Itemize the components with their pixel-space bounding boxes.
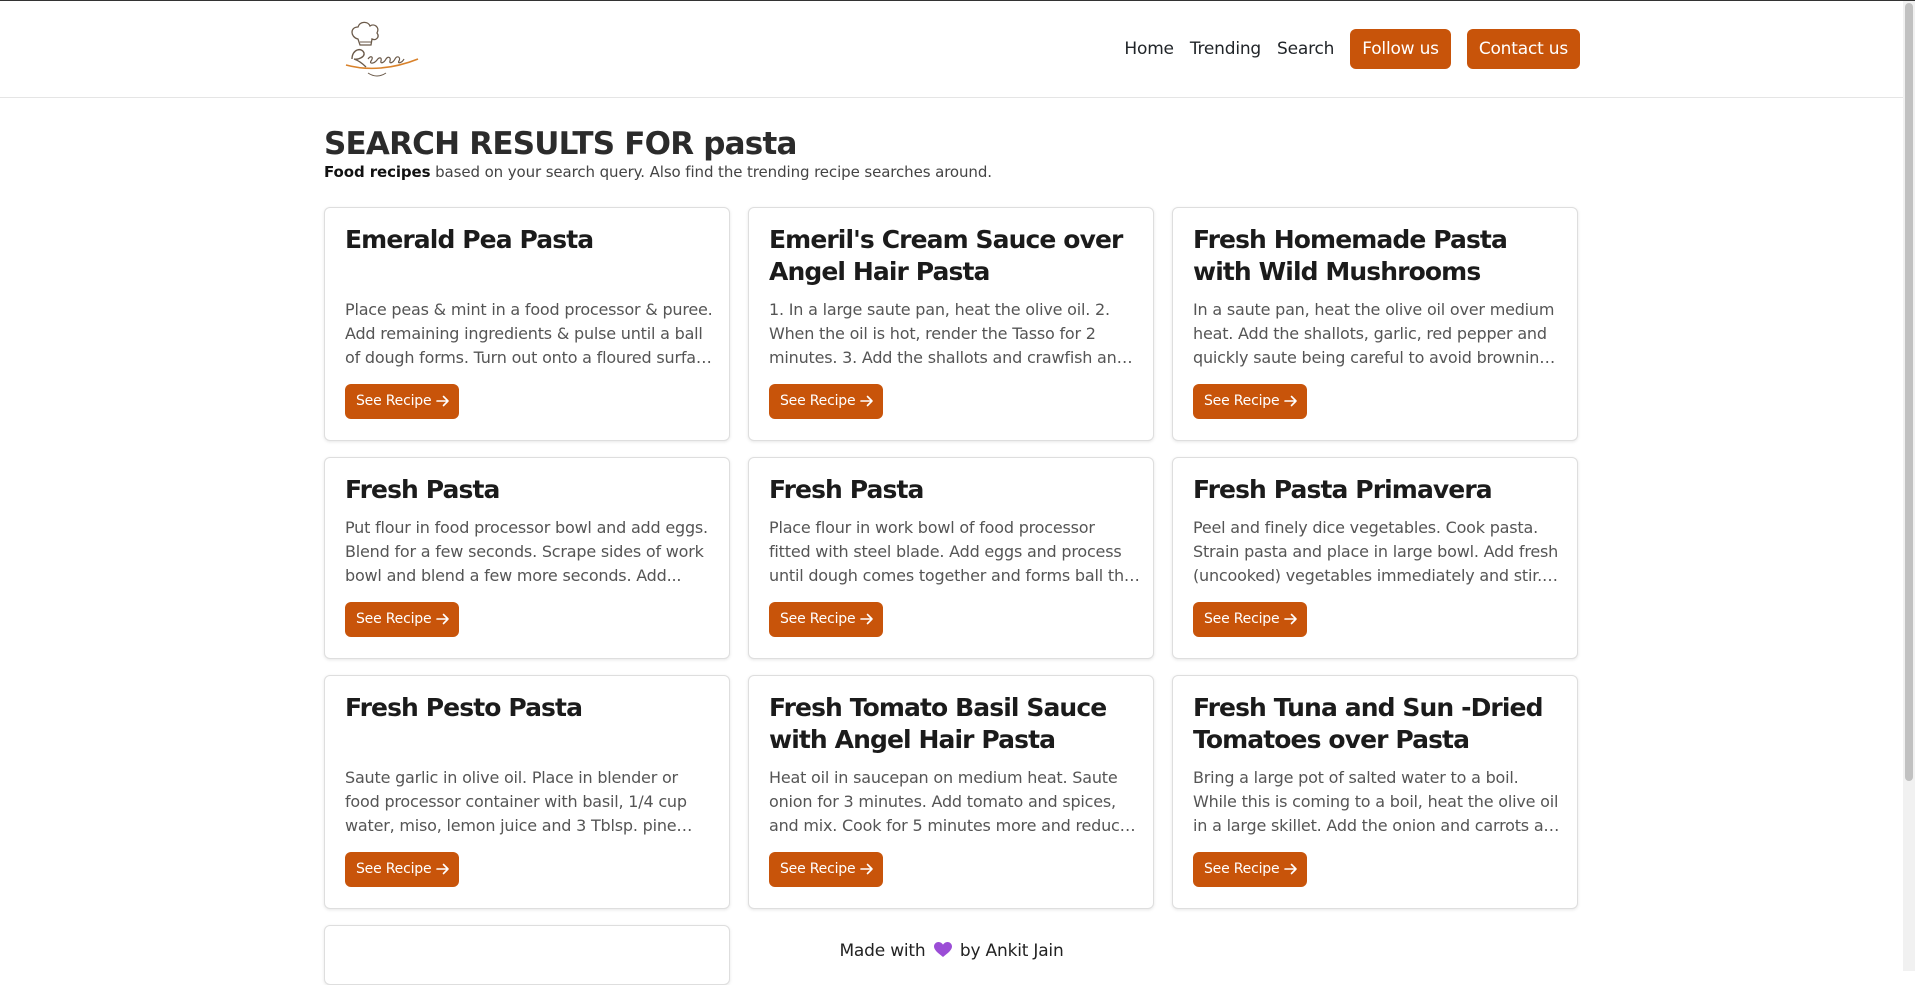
arrow-right-icon: [1284, 613, 1297, 625]
nav-trending-link[interactable]: Trending: [1190, 29, 1261, 69]
recipe-card-title[interactable]: Fresh Homemade Pasta with Wild Mushrooms: [1193, 224, 1563, 288]
recipe-card-description: Saute garlic in olive oil. Place in blen…: [345, 768, 687, 835]
recipe-card: Fresh Pasta Primavera Peel and finely dic…: [1172, 457, 1578, 659]
arrow-right-icon: [1284, 395, 1297, 407]
see-recipe-label: See Recipe: [1204, 393, 1280, 409]
arrow-right-icon: [436, 395, 449, 407]
see-recipe-label: See Recipe: [1204, 861, 1280, 877]
recipe-card-title[interactable]: Fresh Pasta Primavera: [1193, 474, 1563, 506]
recipes-logo[interactable]: [338, 15, 424, 81]
see-recipe-button[interactable]: See Recipe: [1193, 852, 1307, 887]
see-recipe-label: See Recipe: [780, 611, 856, 627]
recipe-card-description: Put flour in food processor bowl and add…: [345, 518, 708, 585]
see-recipe-button[interactable]: See Recipe: [1193, 384, 1307, 419]
recipe-card-description: 1. In a large saute pan, heat the olive …: [769, 300, 1127, 367]
page-title: SEARCH RESULTS FOR pasta: [324, 126, 797, 162]
purple-heart-icon: [933, 942, 952, 957]
arrow-right-icon: [1284, 863, 1297, 875]
see-recipe-button[interactable]: See Recipe: [769, 384, 883, 419]
recipe-card: Fresh Tomato Basil Sauce with Angel Hair…: [748, 675, 1154, 909]
recipe-card: Fresh Tuna and Sun -Dried Tomatoes over …: [1172, 675, 1578, 909]
follow-us-button[interactable]: Follow us: [1350, 29, 1451, 69]
page-subtitle: Food recipes based on your search query.…: [324, 163, 1580, 181]
recipe-card-description: In a saute pan, heat the olive oil over …: [1193, 300, 1555, 367]
top-navbar: Home Trending Search Follow us Contact u…: [0, 1, 1903, 98]
see-recipe-button[interactable]: See Recipe: [769, 602, 883, 637]
arrow-right-icon: [436, 613, 449, 625]
search-results-section: SEARCH RESULTS FOR pasta Food recipes ba…: [324, 125, 1580, 181]
see-recipe-label: See Recipe: [356, 393, 432, 409]
recipe-card-description: Peel and finely dice vegetables. Cook pa…: [1193, 518, 1559, 585]
recipe-card-description: Place peas & mint in a food processor & …: [345, 300, 715, 367]
recipe-card-title[interactable]: Fresh Tuna and Sun -Dried Tomatoes over …: [1193, 692, 1563, 756]
recipe-card: Fresh Homemade Pasta with Wild Mushrooms…: [1172, 207, 1578, 441]
main-nav: Home Trending Search Follow us Contact u…: [1108, 29, 1580, 69]
recipe-card-description: Bring a large pot of salted water to a b…: [1193, 768, 1564, 835]
see-recipe-label: See Recipe: [780, 861, 856, 877]
recipe-card: Fresh Pasta Place flour in work bowl of f…: [748, 457, 1154, 659]
recipe-card: Fresh Pasta Put flour in food processor b…: [324, 457, 730, 659]
recipe-card-description: Place flour in work bowl of food process…: [769, 518, 1140, 585]
subtitle-rest: based on your search query. Also find th…: [430, 163, 992, 181]
arrow-right-icon: [860, 395, 873, 407]
footer-suffix: by Ankit Jain: [959, 941, 1064, 961]
recipe-card-title[interactable]: Fresh Pasta: [345, 474, 715, 506]
see-recipe-button[interactable]: See Recipe: [345, 602, 459, 637]
recipe-card-title[interactable]: Emeril's Cream Sauce over Angel Hair Pas…: [769, 224, 1139, 288]
see-recipe-label: See Recipe: [780, 393, 856, 409]
subtitle-bold: Food recipes: [324, 163, 431, 181]
see-recipe-button[interactable]: See Recipe: [345, 384, 459, 419]
see-recipe-button[interactable]: See Recipe: [769, 852, 883, 887]
see-recipe-button[interactable]: See Recipe: [1193, 602, 1307, 637]
arrow-right-icon: [860, 863, 873, 875]
recipe-card-title[interactable]: Emerald Pea Pasta: [345, 224, 715, 256]
recipe-card: Fresh Pesto Pasta Saute garlic in olive o…: [324, 675, 730, 909]
arrow-right-icon: [860, 613, 873, 625]
see-recipe-label: See Recipe: [1204, 611, 1280, 627]
contact-us-button[interactable]: Contact us: [1466, 29, 1580, 69]
see-recipe-button[interactable]: See Recipe: [345, 852, 459, 887]
see-recipe-label: See Recipe: [356, 861, 432, 877]
recipe-card-title[interactable]: Fresh Pesto Pasta: [345, 692, 715, 724]
page-scrollbar[interactable]: [1903, 1, 1915, 971]
see-recipe-label: See Recipe: [356, 611, 432, 627]
recipe-card: Emerald Pea Pasta Place peas & mint in a …: [324, 207, 730, 441]
recipe-card-title[interactable]: Fresh Pasta: [769, 474, 1139, 506]
footer: Made with by Ankit Jain: [0, 941, 1903, 961]
arrow-right-icon: [436, 863, 449, 875]
recipe-card: Emeril's Cream Sauce over Angel Hair Pas…: [748, 207, 1154, 441]
footer-prefix: Made with: [839, 941, 926, 961]
nav-home-link[interactable]: Home: [1124, 29, 1174, 69]
nav-search-link[interactable]: Search: [1277, 29, 1334, 69]
recipe-card-description: Heat oil in saucepan on medium heat. Sau…: [769, 768, 1130, 835]
scrollbar-thumb[interactable]: [1905, 3, 1913, 781]
recipe-card-title[interactable]: Fresh Tomato Basil Sauce with Angel Hair…: [769, 692, 1139, 756]
